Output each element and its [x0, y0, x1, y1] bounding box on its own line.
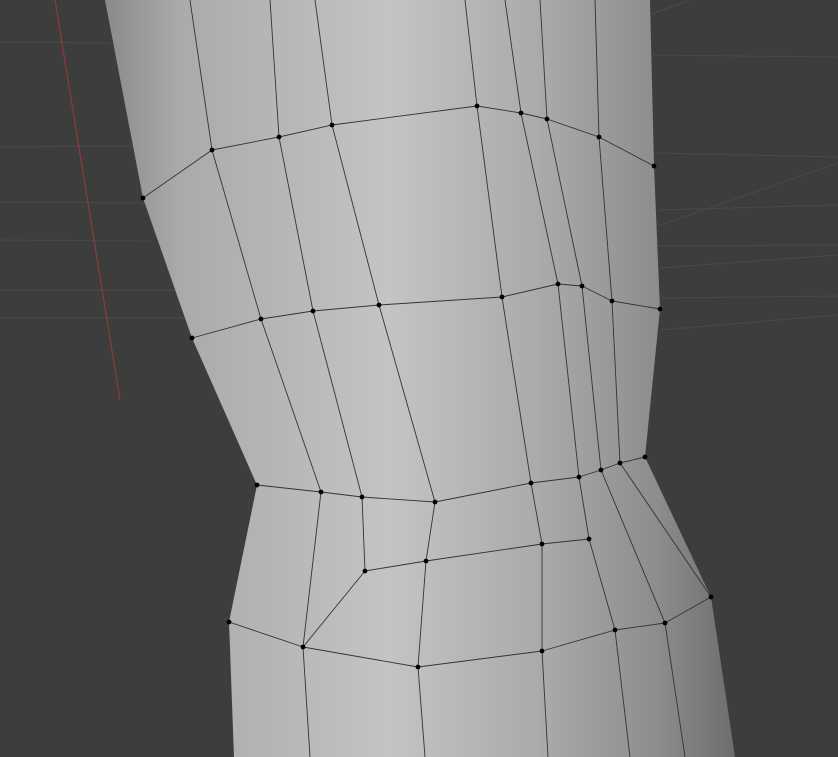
mesh-vertex[interactable]	[189, 335, 195, 341]
mesh-vertex[interactable]	[209, 147, 215, 153]
mesh-vertex[interactable]	[300, 644, 306, 650]
mesh-vertex[interactable]	[329, 122, 335, 128]
mesh-vertex[interactable]	[376, 302, 382, 308]
mesh-vertex[interactable]	[310, 308, 316, 314]
mesh-vertex[interactable]	[598, 467, 604, 473]
mesh-vertex[interactable]	[555, 281, 561, 287]
mesh-vertex[interactable]	[276, 134, 282, 140]
mesh-vertex[interactable]	[474, 103, 480, 109]
mesh-vertex[interactable]	[226, 619, 232, 625]
mesh-vertex[interactable]	[642, 454, 648, 460]
viewport-canvas[interactable]	[0, 0, 838, 757]
mesh-vertex[interactable]	[612, 627, 618, 633]
mesh-vertex[interactable]	[140, 195, 146, 201]
mesh-vertex[interactable]	[518, 110, 524, 116]
mesh-vertex[interactable]	[499, 294, 505, 300]
mesh-vertex[interactable]	[657, 306, 663, 312]
mesh-vertex[interactable]	[539, 541, 545, 547]
mesh-vertex[interactable]	[528, 480, 534, 486]
mesh-vertex[interactable]	[609, 298, 615, 304]
mesh-vertex[interactable]	[586, 536, 592, 542]
mesh-vertex[interactable]	[596, 134, 602, 140]
mesh-vertex[interactable]	[362, 568, 368, 574]
mesh-vertex[interactable]	[708, 594, 714, 600]
mesh-vertex[interactable]	[539, 648, 545, 654]
mesh-vertex[interactable]	[254, 482, 260, 488]
mesh-vertex[interactable]	[651, 163, 657, 169]
3d-viewport[interactable]	[0, 0, 838, 757]
mesh-vertex[interactable]	[258, 316, 264, 322]
mesh-vertex[interactable]	[544, 116, 550, 122]
mesh-vertex[interactable]	[662, 620, 668, 626]
mesh-vertex[interactable]	[318, 489, 324, 495]
mesh-vertex[interactable]	[576, 474, 582, 480]
mesh-vertex[interactable]	[423, 558, 429, 564]
mesh-vertex[interactable]	[617, 460, 623, 466]
mesh-vertex[interactable]	[579, 283, 585, 289]
mesh-vertex[interactable]	[432, 499, 438, 505]
mesh-vertex[interactable]	[359, 494, 365, 500]
mesh-vertex[interactable]	[415, 664, 421, 670]
